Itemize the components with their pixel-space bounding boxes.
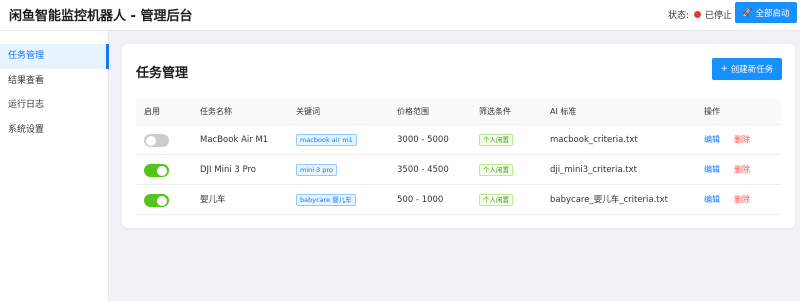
ai-criteria: dji_mini3_criteria.txt (550, 165, 637, 175)
page-title: 任务管理 (136, 66, 189, 81)
edit-link[interactable]: 编辑 (704, 165, 720, 174)
price-range: 3000 - 5000 (397, 135, 449, 145)
table-row: MacBook Air M1 macbook air m1 3000 - 500… (136, 125, 782, 155)
col-ai: AI 标准 (550, 107, 577, 116)
sidebar-item-results[interactable]: 结果查看 (0, 69, 109, 94)
edit-link[interactable]: 编辑 (704, 195, 720, 204)
status-indicator: 状态: 已停止 (668, 8, 732, 21)
ai-criteria: macbook_criteria.txt (550, 135, 638, 145)
status-value: 已停止 (705, 11, 733, 21)
task-name: MacBook Air M1 (200, 135, 269, 145)
task-table: 启用 任务名称 关键词 价格范围 筛选条件 AI 标准 操作 MacBook A… (136, 99, 782, 215)
delete-link[interactable]: 删除 (734, 165, 750, 174)
sidebar-item-settings[interactable]: 系统设置 (0, 118, 109, 143)
sidebar-item-logs[interactable]: 运行日志 (0, 93, 109, 118)
start-all-label: 全部启动 (755, 8, 790, 19)
col-keyword: 关键词 (296, 107, 320, 116)
task-name: 婴儿车 (200, 195, 226, 205)
filter-tag: 个人闲置 (479, 163, 513, 176)
table-row: DJI Mini 3 Pro mini 3 pro 3500 - 4500 个人… (136, 155, 782, 185)
col-name: 任务名称 (200, 107, 232, 116)
col-filter: 筛选条件 (479, 107, 511, 116)
task-card: 任务管理 + 创建新任务 启用 任务名称 关键词 价格范围 筛选条件 AI 标准… (122, 44, 795, 228)
sidebar: 任务管理 结果查看 运行日志 系统设置 (0, 31, 109, 301)
col-actions: 操作 (704, 107, 720, 116)
price-range: 3500 - 4500 (397, 165, 449, 175)
keyword-tag: mini 3 pro (296, 163, 337, 176)
filter-tag: 个人闲置 (479, 133, 513, 146)
start-all-button[interactable]: 🚀 全部启动 (735, 2, 797, 23)
edit-link[interactable]: 编辑 (704, 135, 720, 144)
enable-toggle[interactable] (144, 194, 169, 207)
rocket-icon: 🚀 (742, 8, 753, 17)
keyword-tag: macbook air m1 (296, 133, 357, 146)
task-name: DJI Mini 3 Pro (200, 165, 257, 175)
status-dot-icon (694, 11, 702, 18)
status-label: 状态: (668, 11, 690, 21)
col-price: 价格范围 (397, 107, 429, 116)
sidebar-item-tasks[interactable]: 任务管理 (0, 44, 109, 69)
table-row: 婴儿车 babycare 婴儿车 500 - 1000 个人闲置 babycar… (136, 185, 782, 215)
enable-toggle[interactable] (144, 134, 169, 147)
create-task-label: 创建新任务 (730, 65, 774, 75)
price-range: 500 - 1000 (397, 195, 444, 205)
create-task-button[interactable]: + 创建新任务 (712, 58, 782, 80)
col-enabled: 启用 (144, 107, 160, 116)
table-header: 启用 任务名称 关键词 价格范围 筛选条件 AI 标准 操作 (136, 99, 782, 125)
enable-toggle[interactable] (144, 164, 169, 177)
app-title: 闲鱼智能监控机器人 - 管理后台 (9, 9, 193, 24)
filter-tag: 个人闲置 (479, 193, 513, 206)
delete-link[interactable]: 删除 (734, 135, 750, 144)
keyword-tag: babycare 婴儿车 (296, 193, 356, 206)
ai-criteria: babycare_婴儿车_criteria.txt (550, 195, 669, 205)
delete-link[interactable]: 删除 (734, 195, 750, 204)
top-header: 闲鱼智能监控机器人 - 管理后台 状态: 已停止 🚀 全部启动 (0, 0, 800, 31)
plus-icon: + (720, 64, 728, 74)
